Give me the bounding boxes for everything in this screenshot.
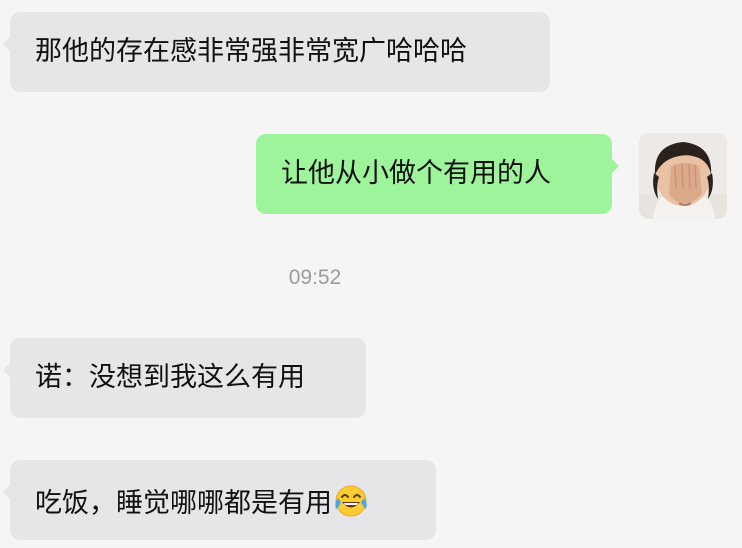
message-bubble-received[interactable]: 那他的存在感非常强非常宽广哈哈哈 [3, 12, 550, 92]
message-text: 吃饭，睡觉哪哪都是有用 [35, 488, 332, 519]
message-bubble-sent[interactable]: 让他从小做个有用的人 [256, 134, 619, 214]
avatar[interactable] [639, 133, 727, 219]
message-text: 那他的存在感非常强非常宽广哈哈哈 [35, 36, 467, 67]
child-face-palm-photo-icon [639, 133, 727, 219]
message-bubble-received[interactable]: 诺：没想到我这么有用 [3, 338, 366, 418]
message-text: 让他从小做个有用的人 [281, 158, 551, 189]
message-timestamp: 09:52 [288, 266, 342, 289]
message-text: 诺：没想到我这么有用 [35, 362, 305, 393]
message-bubble-received[interactable]: 吃饭，睡觉哪哪都是有用 [3, 460, 436, 540]
laughing-tears-emoji-icon [333, 483, 369, 519]
